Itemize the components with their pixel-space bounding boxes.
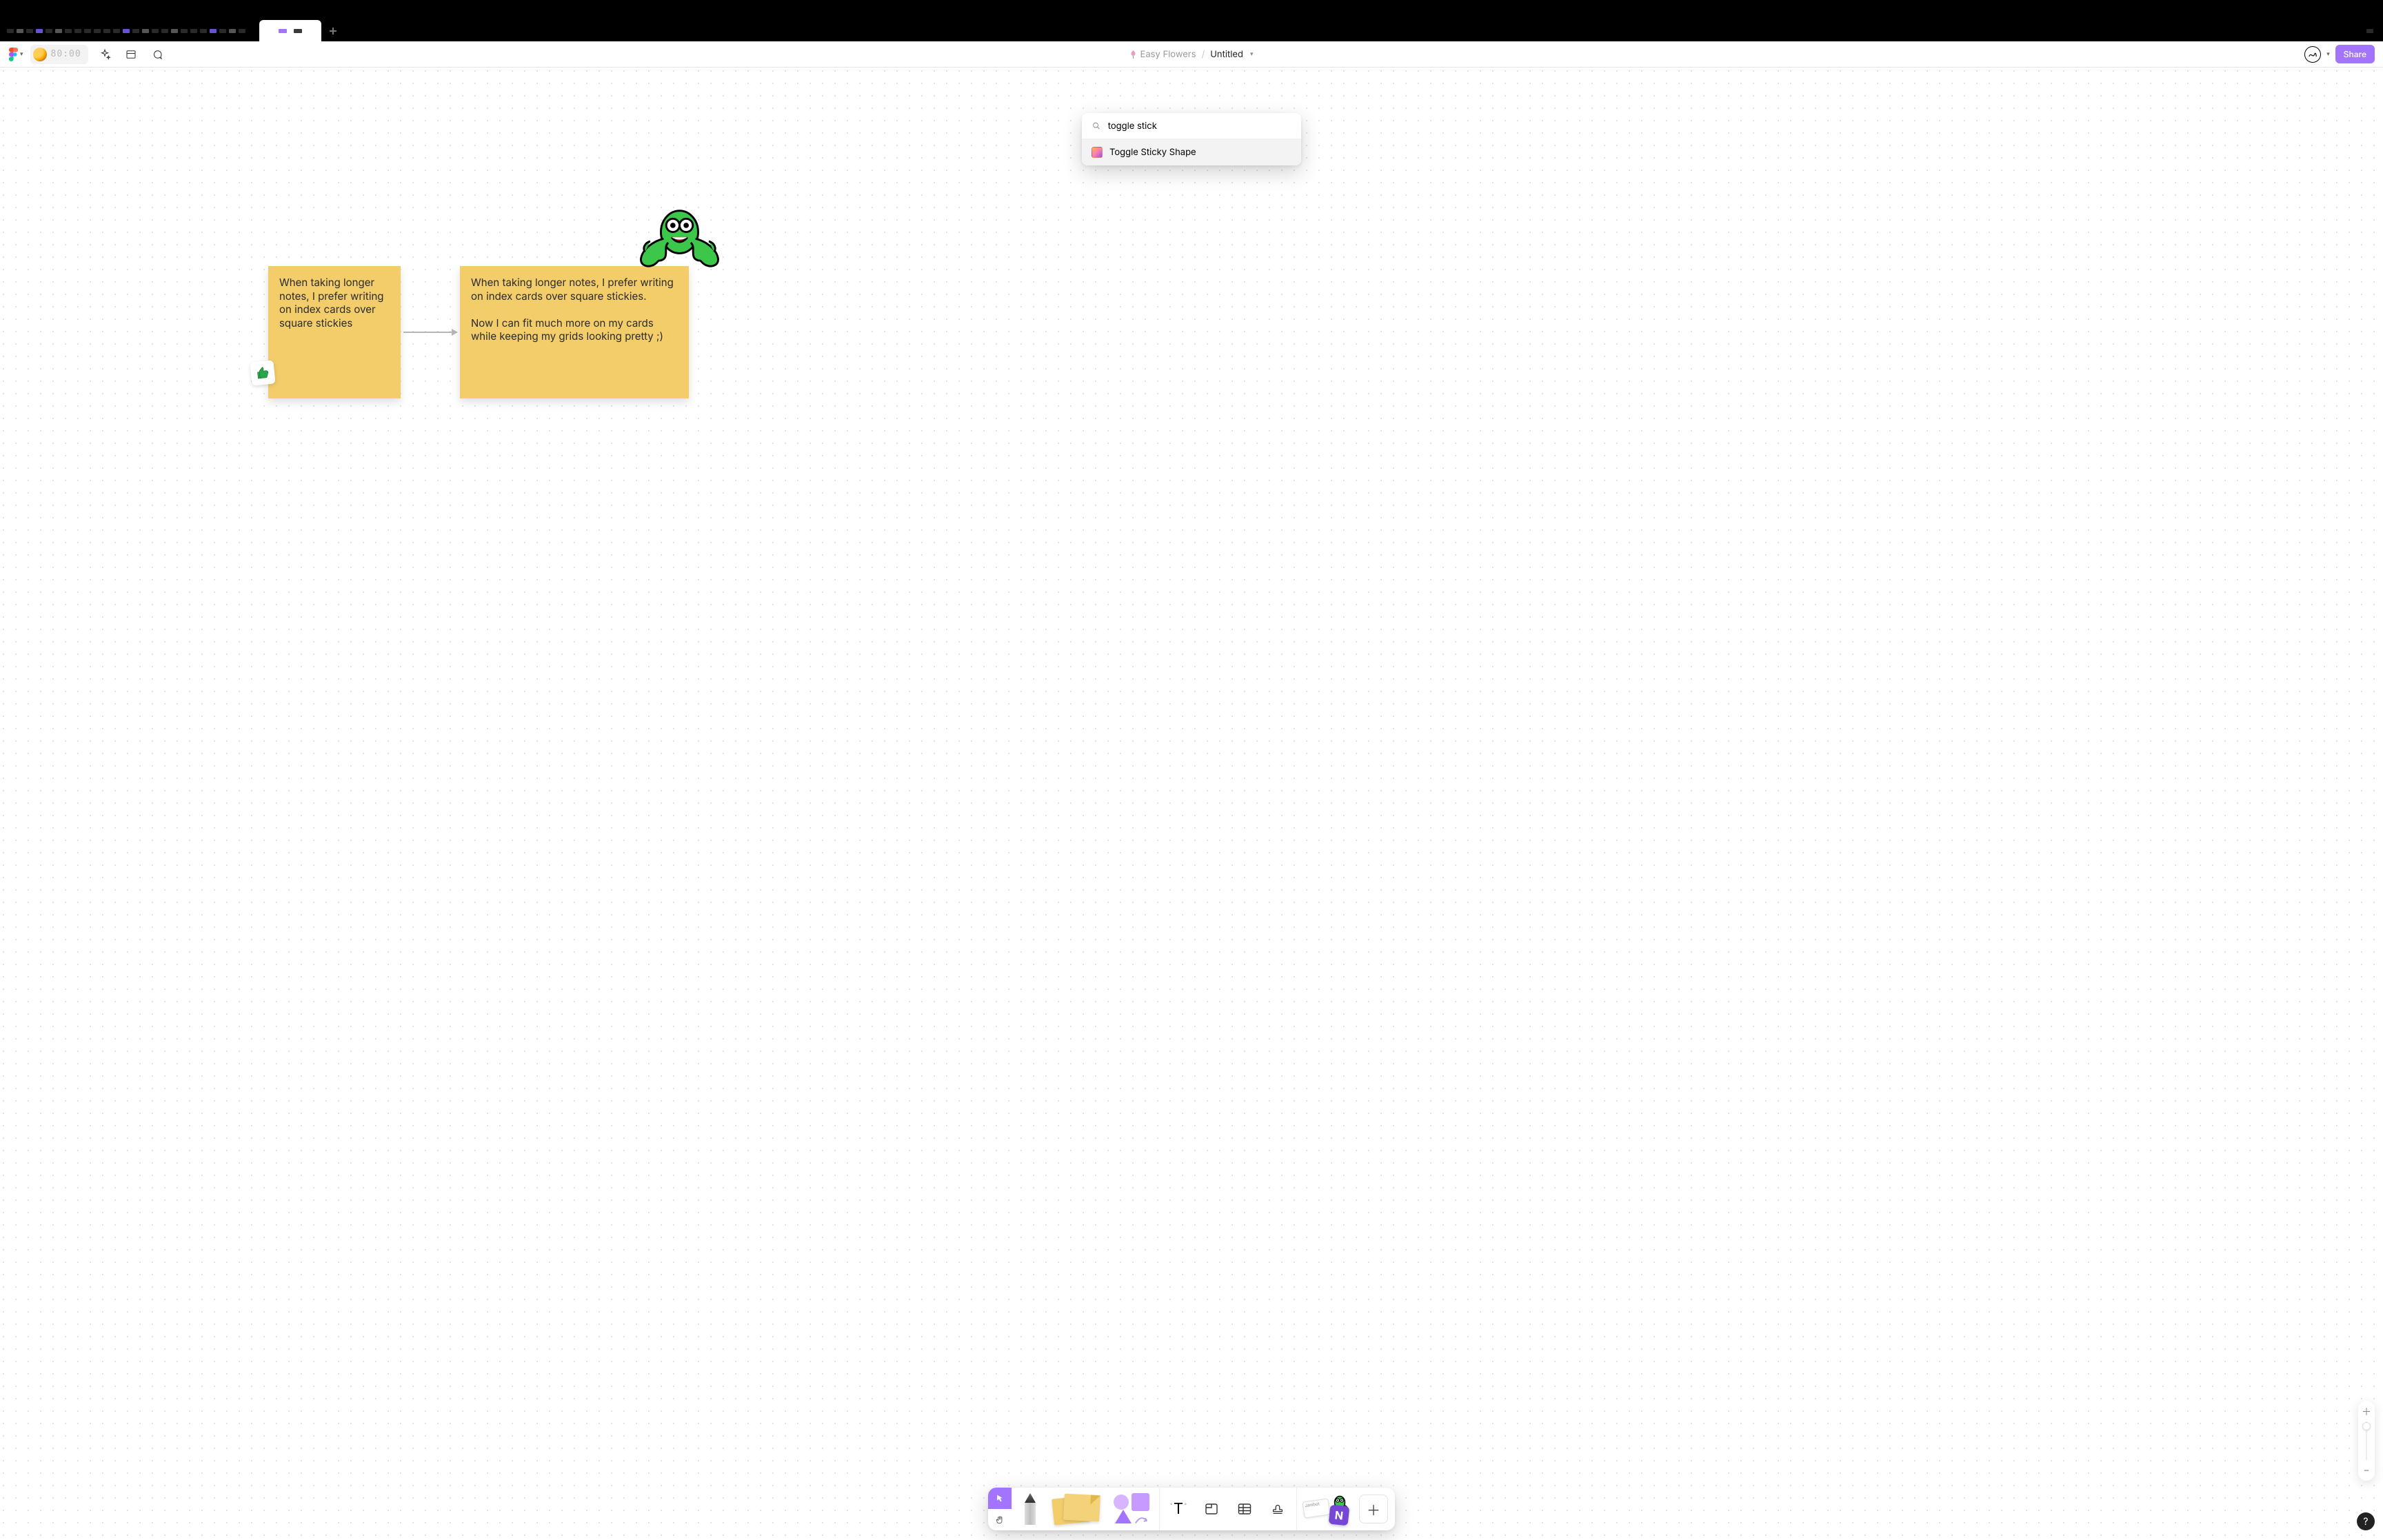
sticky-note-wide[interactable]: When taking longer notes, I prefer writi… <box>460 266 689 398</box>
text-icon: T <box>1174 1500 1183 1518</box>
green-character-sticker[interactable] <box>633 205 726 278</box>
sparkle-icon <box>99 48 111 61</box>
scribble-icon <box>2308 50 2317 59</box>
hand-tool[interactable] <box>988 1509 1012 1530</box>
stamp-icon <box>1270 1501 1285 1517</box>
zoom-out-button[interactable]: − <box>2358 1463 2375 1477</box>
shape-tool[interactable] <box>1109 1493 1155 1525</box>
hand-icon <box>995 1515 1005 1525</box>
panels-toggle-button[interactable] <box>121 45 141 64</box>
share-button[interactable]: Share <box>2335 45 2375 63</box>
timer-widget[interactable]: 80:00 <box>30 45 88 64</box>
more-tools-button[interactable]: ＋ <box>1359 1495 1388 1523</box>
panel-icon <box>125 48 137 61</box>
search-icon <box>1092 121 1101 131</box>
timer-avatar-icon <box>33 48 47 61</box>
sticky-note-tool[interactable] <box>1049 1493 1105 1525</box>
breadcrumb-project[interactable]: Easy Flowers <box>1130 49 1196 60</box>
chevron-down-icon[interactable]: ▾ <box>1250 50 1254 58</box>
breadcrumb-separator: / <box>1202 49 1205 60</box>
connector-arrow[interactable] <box>403 332 457 333</box>
new-tab-button[interactable] <box>330 28 336 34</box>
comments-button[interactable] <box>148 45 167 64</box>
figma-logo-icon <box>8 48 18 61</box>
tab-favicon <box>279 29 287 33</box>
breadcrumb-file[interactable]: Untitled <box>1210 49 1243 60</box>
main-menu-button[interactable]: ▾ <box>8 48 23 61</box>
pencil-icon <box>1025 1493 1036 1525</box>
cursor-icon <box>996 1494 1005 1503</box>
window-controls-stub <box>2360 20 2383 41</box>
breadcrumb: Easy Flowers / Untitled ▾ <box>1130 49 1254 60</box>
widget-card-label: Jambot <box>1305 1501 1320 1508</box>
text-tool[interactable]: • T • <box>1164 1493 1193 1525</box>
active-browser-tab[interactable] <box>259 20 321 41</box>
section-tool[interactable] <box>1197 1493 1226 1525</box>
table-icon <box>1236 1501 1253 1517</box>
pointer-tool-group <box>988 1488 1012 1530</box>
browser-tab-strip <box>0 20 2383 41</box>
widgets-icon: Jambot N <box>1303 1493 1353 1525</box>
user-avatar[interactable] <box>2304 46 2321 63</box>
chevron-down-icon[interactable]: ▾ <box>2326 50 2330 58</box>
quick-actions-palette: Toggle Sticky Shape <box>1082 113 1301 165</box>
app-topbar: ▾ 80:00 Easy Flowers / Untitled ▾ <box>0 41 2383 68</box>
dot-icon: • <box>1184 1500 1187 1507</box>
green-character-icon <box>633 205 726 278</box>
sticky-text: When taking longer notes, I prefer writi… <box>279 276 384 330</box>
canvas[interactable]: Toggle Sticky Shape When taking longer n… <box>0 68 2383 1540</box>
help-button[interactable]: ? <box>2357 1512 2375 1530</box>
ai-sparkle-button[interactable] <box>95 45 114 64</box>
zoom-slider[interactable] <box>2366 1421 2367 1460</box>
widgets-tool[interactable]: Jambot N <box>1301 1493 1355 1525</box>
thumbs-up-sticker[interactable] <box>250 360 275 385</box>
stamp-tool[interactable] <box>1263 1493 1292 1525</box>
widget-n-tile: N <box>1329 1505 1350 1526</box>
zoom-control: ＋ − <box>2358 1401 2375 1481</box>
sticky-text-p2: Now I can fit much more on my cards whil… <box>471 316 663 343</box>
table-tool[interactable] <box>1230 1493 1259 1525</box>
os-browser-chrome <box>0 0 2383 41</box>
tab-title-stub <box>294 29 302 33</box>
marker-tool[interactable] <box>1016 1493 1045 1525</box>
shapes-icon <box>1111 1493 1154 1525</box>
sticky-stack-icon <box>1050 1493 1104 1525</box>
quick-actions-result[interactable]: Toggle Sticky Shape <box>1082 139 1301 165</box>
inactive-tab-hints <box>0 20 245 41</box>
bottom-toolbar: • T • Jambo <box>988 1488 1395 1530</box>
timer-display: 80:00 <box>51 49 81 59</box>
sticky-text-p1: When taking longer notes, I prefer writi… <box>471 276 674 303</box>
plugin-icon <box>1092 147 1103 158</box>
plus-icon: ＋ <box>1367 1499 1380 1519</box>
select-tool[interactable] <box>988 1488 1012 1509</box>
quick-actions-input[interactable] <box>1108 121 1291 132</box>
zoom-slider-knob[interactable] <box>2363 1423 2370 1430</box>
breadcrumb-project-label: Easy Flowers <box>1140 49 1196 60</box>
tulip-icon <box>1130 50 1137 59</box>
section-icon <box>1203 1501 1220 1517</box>
chevron-down-icon: ▾ <box>20 50 23 58</box>
zoom-in-button[interactable]: ＋ <box>2358 1405 2375 1419</box>
sticky-note-square[interactable]: When taking longer notes, I prefer writi… <box>268 266 401 398</box>
quick-actions-result-label: Toggle Sticky Shape <box>1109 147 1196 158</box>
breadcrumb-file-label: Untitled <box>1210 49 1243 60</box>
help-icon: ? <box>2363 1516 2368 1528</box>
comment-icon <box>151 48 163 61</box>
thumbs-up-icon <box>254 365 271 381</box>
dot-icon: • <box>1169 1500 1173 1507</box>
